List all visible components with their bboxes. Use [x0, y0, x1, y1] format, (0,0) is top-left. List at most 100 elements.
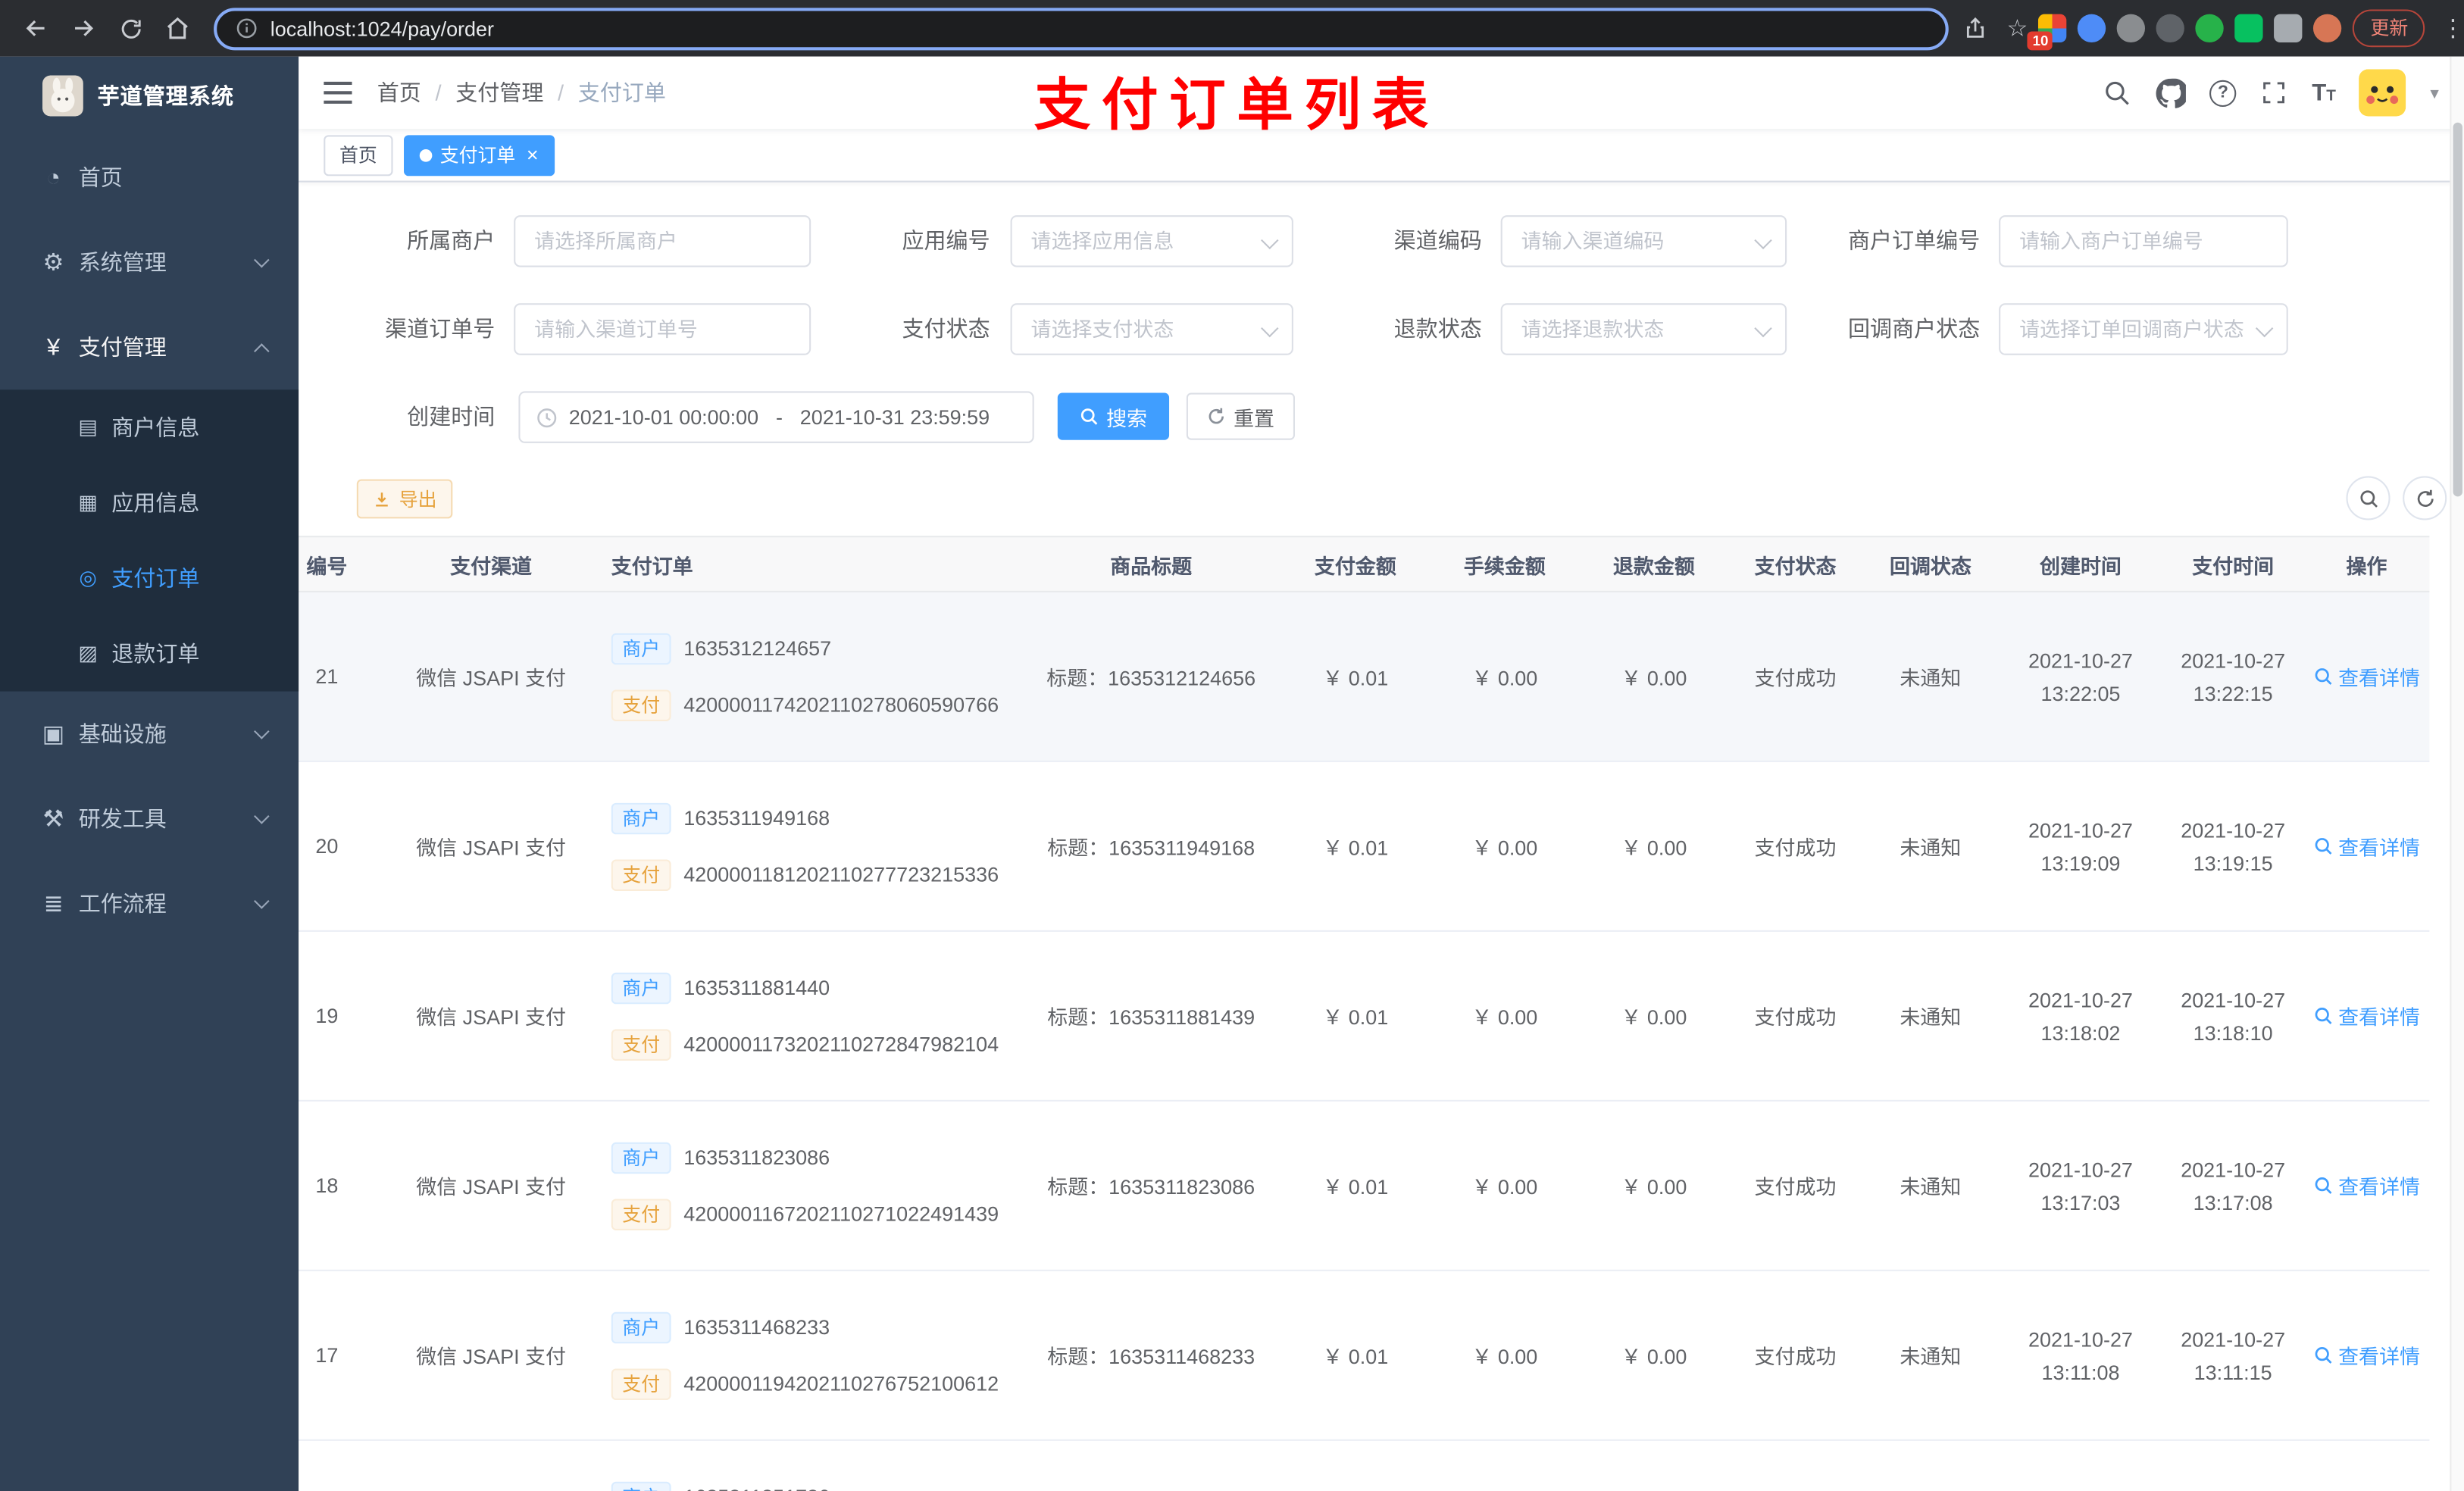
- fullscreen-icon[interactable]: [2260, 79, 2288, 107]
- extension-wechat-icon[interactable]: [2235, 14, 2264, 42]
- merchant-tag: 商户: [611, 1480, 671, 1491]
- help-icon[interactable]: ?: [2209, 79, 2237, 106]
- extension-claude-icon[interactable]: [2313, 14, 2343, 42]
- breadcrumb-section[interactable]: 支付管理: [455, 77, 543, 108]
- clock-icon: [537, 408, 557, 427]
- tab-pay-order[interactable]: 支付订单 ×: [404, 134, 555, 176]
- breadcrumb-home[interactable]: 首页: [377, 77, 421, 108]
- notify-status-select[interactable]: [1999, 303, 2288, 355]
- table-toolbar: 导出: [299, 476, 2464, 520]
- extension-gray-icon[interactable]: [2117, 14, 2146, 42]
- sidebar-subitem-merchant-info[interactable]: ▤ 商户信息: [0, 389, 299, 465]
- sidebar-item-workflow[interactable]: ≣ 工作流程: [0, 861, 299, 946]
- cell-status: 支付成功: [1754, 1005, 1837, 1030]
- cell-status: 支付成功: [1754, 836, 1837, 860]
- merchant-order-line: 商户 1635311468233: [611, 1311, 1021, 1343]
- breadcrumb-separator: /: [435, 80, 442, 105]
- view-detail-link[interactable]: 查看详情: [2313, 831, 2420, 861]
- cell-pay-order: 商户 1635311823086 支付 42000011672021102710…: [605, 1141, 1021, 1230]
- page-annotation-title: 支付订单列表: [1033, 72, 1440, 137]
- avatar-dropdown-caret-icon[interactable]: ▾: [2430, 83, 2438, 103]
- payment-yen-icon: ¥: [46, 333, 61, 361]
- merchant-order-no-field[interactable]: [1999, 215, 2288, 267]
- merchant-order-no-input[interactable]: [1999, 215, 2288, 267]
- cell-pay-time: 2021-10-27 13:17:08: [2181, 1157, 2286, 1214]
- gear-icon: ⚙: [42, 249, 64, 277]
- workflow-icon: ≣: [43, 890, 64, 918]
- share-icon[interactable]: [1955, 8, 1996, 48]
- browser-home-button[interactable]: [157, 8, 198, 48]
- sidebar-item-devtools[interactable]: ⚒ 研发工具: [0, 777, 299, 861]
- notify-status-input[interactable]: [1999, 303, 2288, 355]
- cell-fee: ￥ 0.00: [1471, 666, 1538, 690]
- sidebar-item-label: 系统管理: [78, 249, 167, 275]
- close-icon[interactable]: ×: [527, 143, 539, 167]
- filter-label-create-time: 创建时间: [407, 404, 496, 430]
- pay-tag: 支付: [611, 1028, 671, 1060]
- cell-pay-order: 商户 1635311949168 支付 42000011812021102777…: [605, 802, 1021, 890]
- scrollbar-thumb[interactable]: [2453, 122, 2462, 497]
- cell-amount: ￥ 0.01: [1322, 1345, 1389, 1369]
- cell-create-time: 2021-10-27 13:17:03: [2028, 1157, 2133, 1214]
- cell-status: 支付成功: [1754, 1175, 1837, 1199]
- sidebar-subitem-label: 应用信息: [111, 490, 200, 516]
- font-size-icon[interactable]: TT: [2312, 80, 2336, 106]
- search-icon[interactable]: [2103, 78, 2132, 108]
- cell-pay-order: 商户 1635311351736 支付: [605, 1480, 1021, 1491]
- cell-channel: 微信 JSAPI 支付: [416, 1175, 566, 1199]
- pay-order-no: 4200001194202110276752100612: [683, 1371, 999, 1396]
- cell-channel: 微信 JSAPI 支付: [416, 1005, 566, 1030]
- browser-forward-button[interactable]: [63, 8, 104, 48]
- url-bar[interactable]: localhost:1024/pay/order: [214, 7, 1949, 50]
- cell-fee: ￥ 0.00: [1471, 1175, 1538, 1199]
- view-detail-link[interactable]: 查看详情: [2313, 1001, 2420, 1030]
- view-detail-link[interactable]: 查看详情: [2313, 1171, 2420, 1200]
- sidebar-subitem-pay-order[interactable]: ◎ 支付订单: [0, 540, 299, 616]
- sidebar-item-label: 首页: [78, 164, 123, 190]
- browser-back-button[interactable]: [16, 8, 57, 48]
- export-button[interactable]: 导出: [356, 479, 453, 519]
- browser-menu-icon[interactable]: ⋮: [2437, 14, 2464, 42]
- hamburger-icon[interactable]: [324, 80, 352, 105]
- cell-channel: 微信 JSAPI 支付: [416, 666, 566, 690]
- avatar[interactable]: [2359, 69, 2407, 117]
- sidebar-item-system[interactable]: ⚙ 系统管理: [0, 220, 299, 305]
- view-detail-link[interactable]: 查看详情: [2313, 1340, 2420, 1370]
- bookmark-star-icon[interactable]: ☆: [2006, 14, 2028, 42]
- col-actions: 操作: [2346, 554, 2387, 578]
- reset-button[interactable]: 重置: [1186, 392, 1296, 440]
- pay-order-line: 支付 4200001174202110278060590766: [611, 689, 1021, 720]
- extensions-puzzle-icon[interactable]: [2275, 14, 2303, 42]
- browser-update-button[interactable]: 更新: [2353, 9, 2426, 48]
- merchant-order-no: 1635311881440: [683, 975, 830, 1000]
- refresh-table-button[interactable]: [2403, 476, 2447, 520]
- cell-actions: 查看详情: [2303, 661, 2429, 691]
- sidebar-item-home[interactable]: ◔ 首页: [0, 135, 299, 220]
- cell-fee: ￥ 0.00: [1471, 836, 1538, 860]
- refresh-icon: [1209, 408, 1224, 424]
- cell-actions: 查看详情: [2303, 1001, 2429, 1030]
- toggle-search-button[interactable]: [2346, 476, 2391, 520]
- view-detail-link[interactable]: 查看详情: [2313, 661, 2420, 691]
- github-icon[interactable]: [2156, 77, 2187, 108]
- sidebar-item-infra[interactable]: ▣ 基础设施: [0, 692, 299, 777]
- sidebar-subitem-refund-order[interactable]: ▨ 退款订单: [0, 616, 299, 692]
- sidebar-item-payment[interactable]: ¥ 支付管理: [0, 305, 299, 389]
- tab-home[interactable]: 首页: [324, 134, 393, 176]
- create-time-range-picker[interactable]: 2021-10-01 00:00:00 - 2021-10-31 23:59:5…: [518, 391, 1034, 443]
- sidebar-subitem-label: 退款订单: [111, 641, 200, 667]
- extension-green-circle-icon[interactable]: [2196, 14, 2225, 42]
- table-row: 19 微信 JSAPI 支付 商户 1635311881440 支付 42000…: [299, 932, 2430, 1102]
- site-info-icon[interactable]: [236, 17, 258, 39]
- sidebar-subitem-app-info[interactable]: ▦ 应用信息: [0, 465, 299, 541]
- extension-colorful-icon[interactable]: 10: [2028, 14, 2068, 51]
- logo-image: [42, 75, 83, 117]
- orders-table: 编号 支付渠道 支付订单 商品标题 支付金额 手续金额 退款金额 支付状态 回调…: [299, 536, 2430, 1491]
- extension-dark-icon[interactable]: [2156, 14, 2185, 42]
- range-start: 2021-10-01 00:00:00: [568, 405, 759, 430]
- search-button[interactable]: 搜索: [1057, 392, 1170, 440]
- cell-notify: 未通知: [1900, 666, 1962, 690]
- browser-refresh-button[interactable]: [110, 8, 151, 48]
- extension-blue-icon[interactable]: [2078, 14, 2107, 42]
- col-create-time: 创建时间: [2040, 554, 2122, 578]
